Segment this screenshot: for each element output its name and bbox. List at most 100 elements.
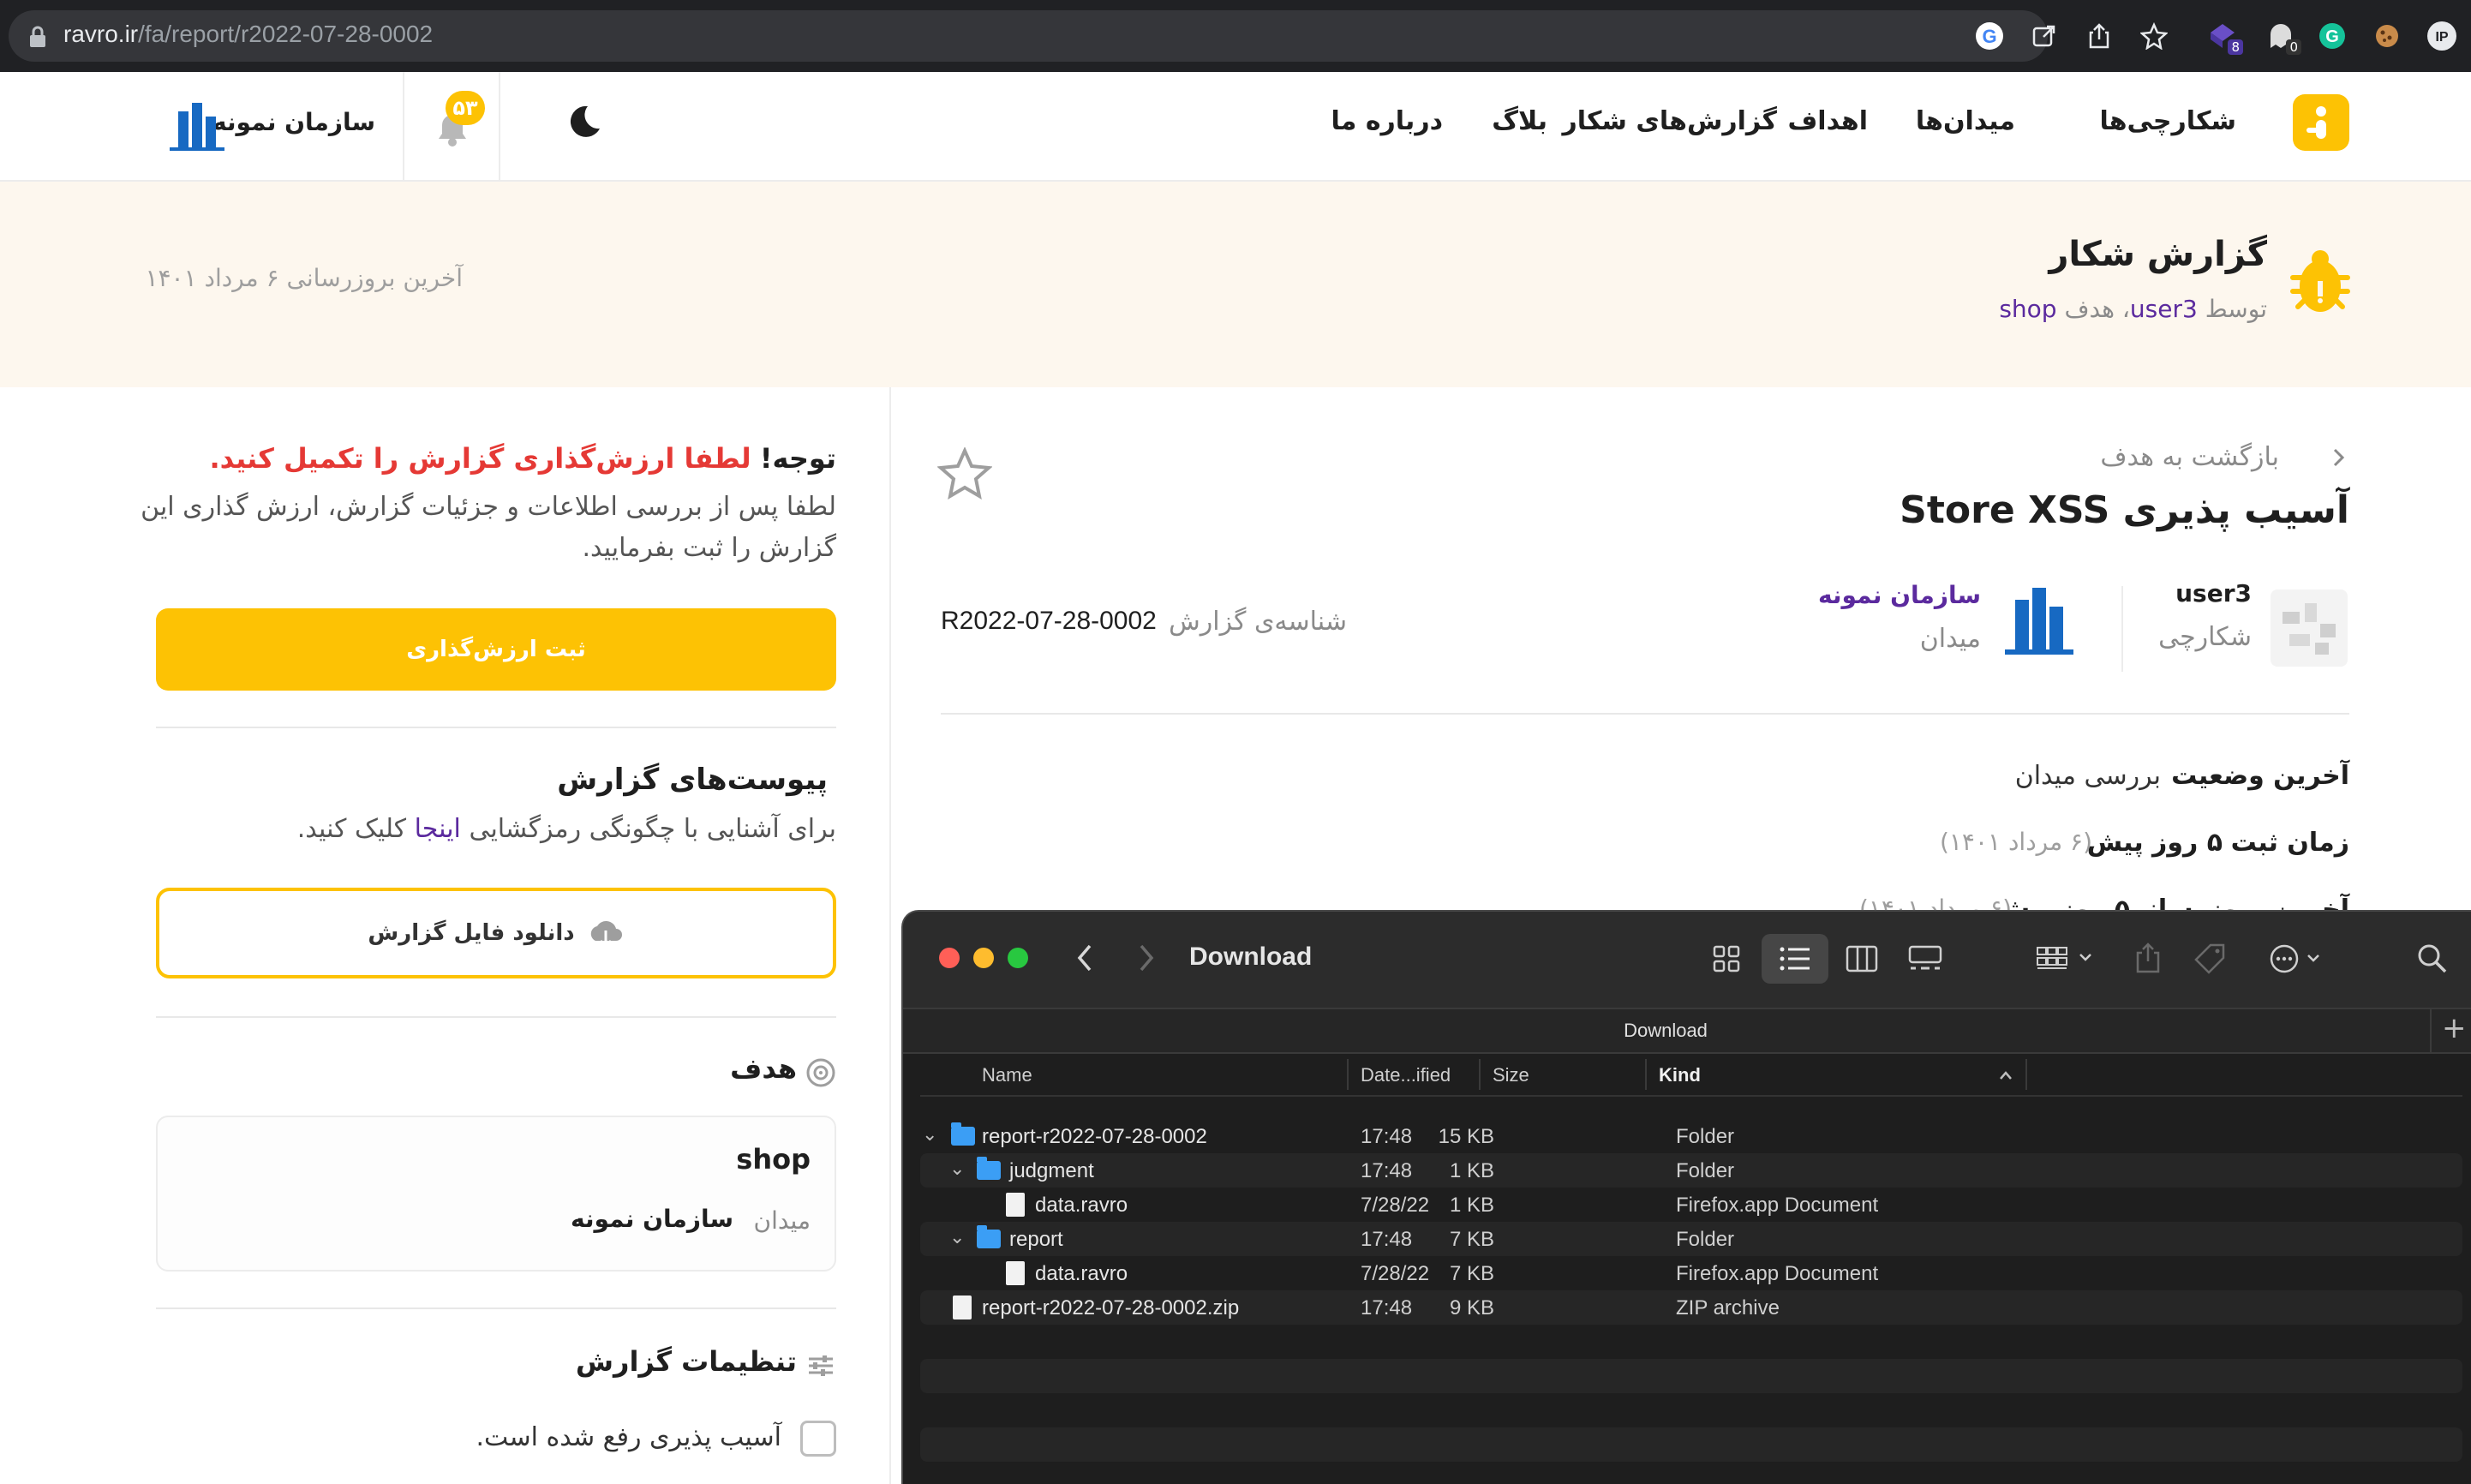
file-row[interactable]: data.ravro 7/28/22 7 KB Firefox.app Docu…: [920, 1256, 2462, 1290]
grammarly-icon[interactable]: G: [2315, 19, 2349, 53]
column-header-name[interactable]: Name: [982, 1064, 1032, 1086]
bookmark-star-icon[interactable]: [2137, 19, 2171, 53]
file-row[interactable]: report-r2022-07-28-0002.zip 17:48 9 KB Z…: [920, 1290, 2462, 1325]
group-by-icon[interactable]: [2036, 944, 2096, 973]
file-kind: Firefox.app Document: [1676, 1262, 1879, 1285]
file-size: 1 KB: [1449, 1194, 1494, 1217]
hunter-avatar[interactable]: [2271, 589, 2348, 667]
share-icon[interactable]: [2082, 19, 2116, 53]
extension-icon[interactable]: 8: [2205, 19, 2243, 55]
sort-ascending-icon[interactable]: [1998, 1069, 2013, 1081]
icon-view-icon[interactable]: [1712, 944, 1741, 973]
decrypt-help-link[interactable]: اینجا: [415, 814, 461, 844]
lock-icon: [30, 26, 45, 47]
ghost-extension-icon[interactable]: 0: [2264, 19, 2301, 55]
report-id-label: شناسه‌ی گزارش: [1169, 607, 1347, 637]
new-tab-plus-icon[interactable]: +: [2442, 1011, 2467, 1045]
target-card-name[interactable]: shop: [736, 1143, 811, 1176]
header-underline: [920, 1095, 2462, 1097]
column-divider[interactable]: [1645, 1059, 1647, 1090]
nav-programs[interactable]: میدان‌ها: [1916, 106, 2015, 136]
submit-rating-button[interactable]: ثبت ارزش‌گذاری: [156, 608, 836, 691]
column-divider[interactable]: [1347, 1059, 1349, 1090]
nav-hunt-reports[interactable]: گزارش‌های شکار: [1562, 106, 1777, 136]
sidebar-separator: [156, 727, 836, 728]
column-header-kind[interactable]: Kind: [1659, 1064, 1701, 1086]
tag-icon[interactable]: [2193, 942, 2226, 975]
gallery-view-icon[interactable]: [1907, 944, 1943, 973]
folder-icon: [977, 1157, 1001, 1180]
url-text[interactable]: ravro.ir/fa/report/r2022-07-28-0002: [63, 21, 433, 48]
file-row[interactable]: ⌄ report-r2022-07-28-0002 17:48 15 KB Fo…: [920, 1119, 2462, 1153]
download-report-button[interactable]: دانلود فایل گزارش: [156, 888, 836, 978]
file-row[interactable]: data.ravro 7/28/22 1 KB Firefox.app Docu…: [920, 1188, 2462, 1222]
org-building-icon[interactable]: [166, 99, 228, 156]
file-size: 15 KB: [1438, 1125, 1494, 1148]
site-logo[interactable]: [2293, 94, 2349, 151]
url-path: /fa/report/r2022-07-28-0002: [138, 21, 434, 47]
disclosure-open-icon[interactable]: ⌄: [922, 1124, 937, 1146]
target-card-field-value[interactable]: سازمان نمونه: [571, 1205, 733, 1233]
column-view-icon[interactable]: [1846, 944, 1878, 973]
finder-search-icon[interactable]: [2416, 942, 2449, 975]
cookie-icon[interactable]: [2370, 19, 2404, 53]
status-value: بررسی میدان: [2014, 761, 2161, 791]
vulnerability-fixed-checkbox[interactable]: [800, 1421, 836, 1457]
submit-time-value: ۵ روز پیش: [2086, 828, 2223, 858]
back-to-target-link[interactable]: بازگشت به هدف: [2100, 442, 2279, 472]
byline-user-link[interactable]: user3: [2130, 295, 2198, 323]
attention-highlight: لطفا ارزش‌گذاری گزارش را تکمیل کنید.: [209, 442, 751, 475]
program-role: میدان: [1919, 624, 1981, 654]
header-divider: [403, 72, 404, 182]
target-card[interactable]: [156, 1116, 836, 1272]
file-size: 7 KB: [1449, 1228, 1494, 1251]
nav-hunters[interactable]: شکارچی‌ها: [2099, 106, 2236, 136]
column-divider[interactable]: [1479, 1059, 1481, 1090]
program-name[interactable]: سازمان نمونه: [1818, 581, 1981, 609]
header-divider: [499, 72, 500, 182]
header-org-name[interactable]: سازمان نمونه: [212, 108, 375, 136]
disclosure-open-icon[interactable]: ⌄: [949, 1227, 965, 1248]
zoom-window-button[interactable]: [1008, 948, 1028, 968]
google-icon[interactable]: G: [1972, 19, 2007, 53]
file-name: judgment: [1009, 1159, 1094, 1182]
profile-avatar[interactable]: IP: [2425, 19, 2459, 53]
column-divider[interactable]: [2025, 1059, 2027, 1090]
finder-tab-download[interactable]: Download: [903, 1008, 2428, 1054]
open-external-icon[interactable]: [2027, 19, 2061, 53]
favorite-star-icon[interactable]: [937, 447, 992, 500]
folder-icon: [951, 1122, 975, 1146]
finder-share-icon[interactable]: [2133, 941, 2163, 975]
moon-icon: [570, 105, 600, 137]
finder-window: Download Download + Name Date...ified Si…: [901, 910, 2471, 1484]
extension-badge: 8: [2228, 39, 2243, 55]
file-date: 17:48: [1361, 1125, 1413, 1148]
close-window-button[interactable]: [939, 948, 960, 968]
nav-blog[interactable]: بلاگ: [1492, 106, 1547, 136]
column-header-date[interactable]: Date...ified: [1361, 1064, 1451, 1086]
program-building-icon[interactable]: [2000, 583, 2079, 660]
byline-target-prefix: ، هدف: [2064, 295, 2130, 323]
forward-chevron-icon[interactable]: [1136, 942, 1157, 973]
sidebar-separator: [156, 1016, 836, 1018]
column-header-size[interactable]: Size: [1493, 1064, 1529, 1086]
tab-divider: [2430, 1008, 2432, 1054]
disclosure-open-icon[interactable]: ⌄: [949, 1158, 965, 1180]
more-actions-icon[interactable]: [2269, 942, 2329, 975]
file-kind: Folder: [1676, 1228, 1735, 1251]
byline-target-link[interactable]: shop: [1999, 295, 2056, 323]
back-chevron-icon[interactable]: [1074, 942, 1095, 973]
ghost-extension-badge: 0: [2286, 39, 2301, 55]
file-row[interactable]: ⌄ judgment 17:48 1 KB Folder: [920, 1153, 2462, 1188]
attachments-help-post: کلیک کنید.: [296, 814, 407, 844]
nav-targets[interactable]: اهداف: [1787, 106, 1868, 136]
file-size: 9 KB: [1449, 1296, 1494, 1319]
file-row[interactable]: ⌄ report 17:48 7 KB Folder: [920, 1222, 2462, 1256]
dark-mode-toggle[interactable]: [562, 101, 603, 146]
hunter-name[interactable]: user3: [2175, 579, 2252, 607]
attention-line-2: گزارش را ثبت بفرمایید.: [582, 533, 836, 563]
banner-byline: توسط user3، هدف shop: [1999, 295, 2267, 323]
minimize-window-button[interactable]: [973, 948, 994, 968]
nav-about[interactable]: درباره ما: [1331, 106, 1443, 136]
meta-divider: [2121, 586, 2123, 672]
